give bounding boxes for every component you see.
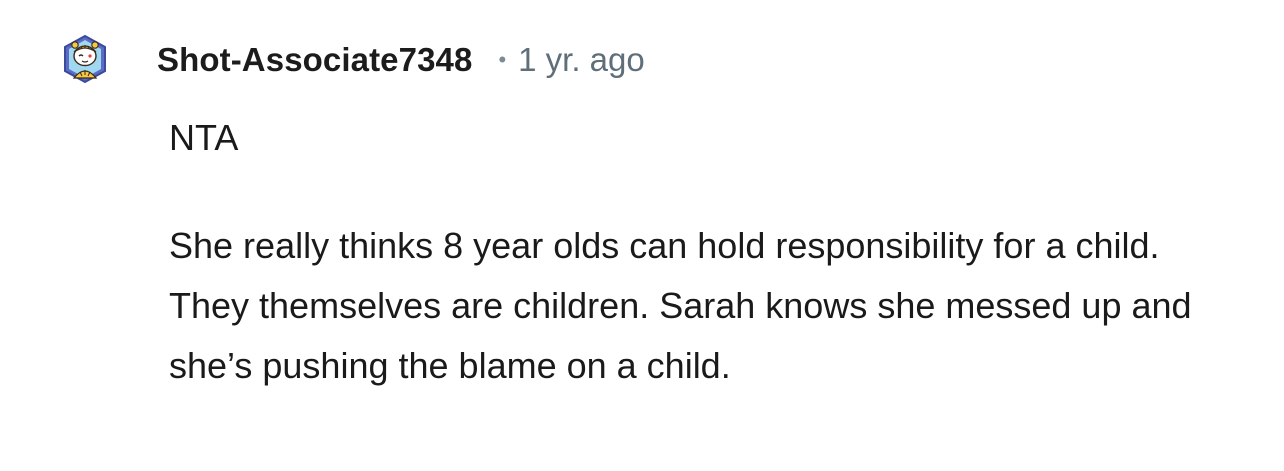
user-avatar[interactable] [60, 34, 110, 84]
comment-paragraph-text: She really thinks 8 year olds can hold r… [169, 225, 1192, 386]
comment-body: NTA She really thinks 8 year olds can ho… [169, 108, 1229, 396]
comment-paragraph-verdict: NTA [169, 117, 239, 158]
comment-meta: Shot-Associate7348 • 1 yr. ago [157, 38, 645, 82]
comment-timestamp[interactable]: 1 yr. ago [518, 41, 645, 79]
meta-separator: • [498, 47, 507, 72]
username-link[interactable]: Shot-Associate7348 [157, 41, 472, 79]
comment: Shot-Associate7348 • 1 yr. ago NTA She r… [0, 0, 1284, 471]
snoo-tiger-avatar-icon [64, 34, 106, 84]
